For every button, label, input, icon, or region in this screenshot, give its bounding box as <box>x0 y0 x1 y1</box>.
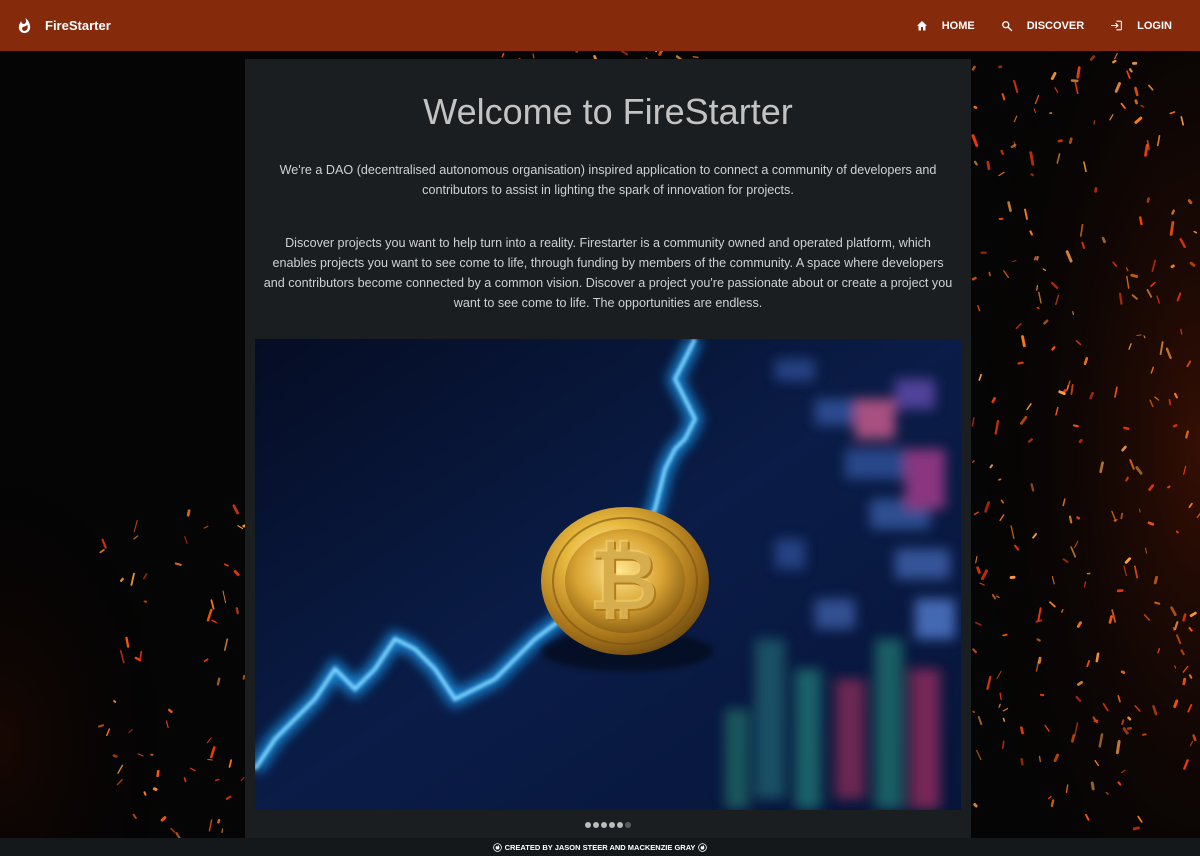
carousel-indicator-dot[interactable] <box>601 822 607 828</box>
carousel-indicator-dot[interactable] <box>585 822 591 828</box>
nav-links: HOME DISCOVER LOGIN <box>902 0 1184 51</box>
footer: CREATED BY JASON STEER AND MACKENZIE GRA… <box>0 838 1200 856</box>
nav-home-label: HOME <box>941 19 975 32</box>
carousel-indicator-dot[interactable] <box>593 822 599 828</box>
welcome-card: Welcome to FireStarter We're a DAO (dece… <box>245 59 971 856</box>
brand-name: FireStarter <box>45 18 111 33</box>
flame-logo-icon <box>18 17 31 33</box>
bitcoin-chart-slide-image: ₿ ₿ <box>255 339 961 810</box>
footer-credits: CREATED BY JASON STEER AND MACKENZIE GRA… <box>504 842 696 852</box>
navbar: FireStarter HOME DISCOVER LOGIN <box>0 0 1200 51</box>
nav-login-label: LOGIN <box>1137 19 1172 32</box>
page-title: Welcome to FireStarter <box>423 91 793 132</box>
carousel-indicator-dot[interactable] <box>617 822 623 828</box>
intro-paragraph: We're a DAO (decentralised autonomous or… <box>279 163 937 197</box>
carousel-indicator-dot[interactable] <box>609 822 615 828</box>
image-carousel[interactable]: ₿ ₿ <box>255 339 961 810</box>
login-icon <box>1111 20 1123 31</box>
flame-icon <box>698 842 708 852</box>
home-icon <box>916 21 927 31</box>
nav-login-link[interactable]: LOGIN <box>1096 0 1184 51</box>
search-icon <box>1001 20 1012 31</box>
carousel-indicator-dot[interactable] <box>625 822 631 828</box>
carousel-indicators <box>245 822 971 828</box>
flame-icon <box>492 842 502 852</box>
nav-discover-link[interactable]: DISCOVER <box>987 0 1096 51</box>
nav-discover-label: DISCOVER <box>1026 19 1085 32</box>
description-paragraph: Discover projects you want to help turn … <box>263 236 953 310</box>
page: FireStarter HOME DISCOVER LOGIN Welcome … <box>0 0 1200 856</box>
brand-link[interactable]: FireStarter <box>16 17 111 35</box>
nav-home-link[interactable]: HOME <box>902 0 987 51</box>
svg-text:₿: ₿ <box>588 530 658 630</box>
